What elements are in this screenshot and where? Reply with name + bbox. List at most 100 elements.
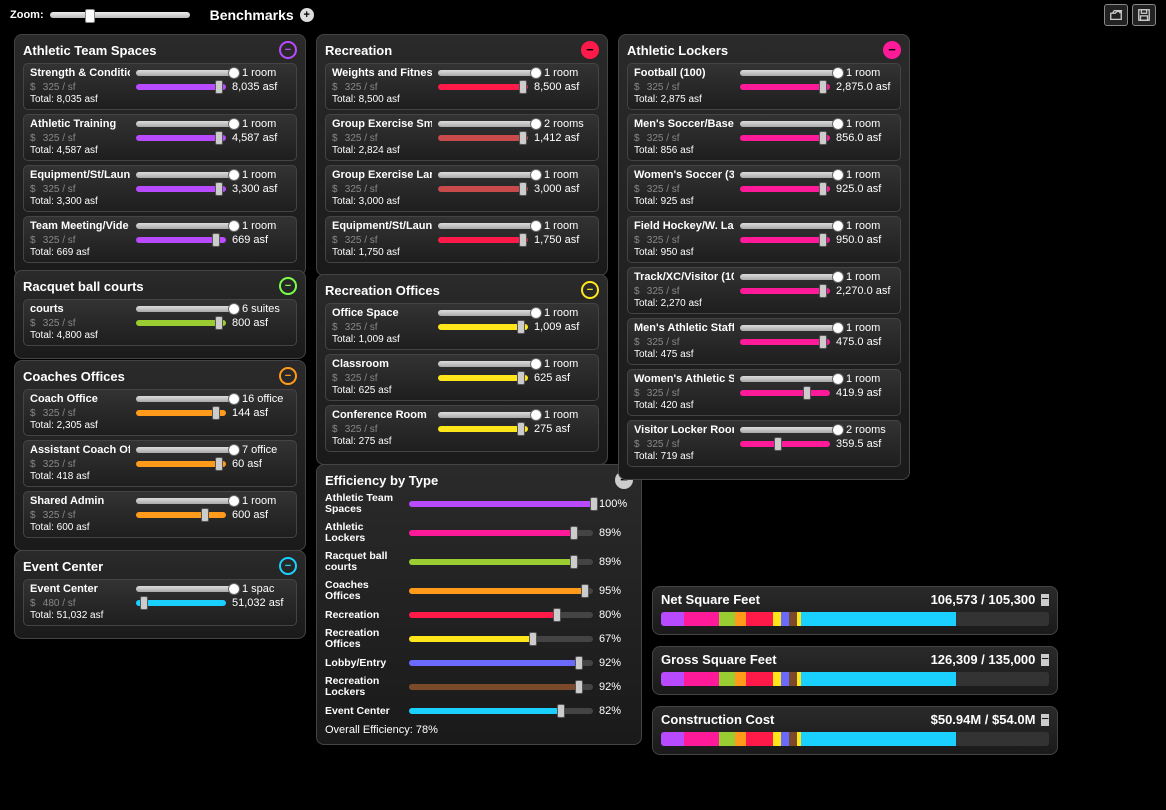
area-slider[interactable]	[740, 135, 830, 141]
rooms-slider[interactable]	[438, 223, 538, 229]
panel-athletic-team-spaces: Athletic Team Spaces Strength & Conditio…	[14, 34, 306, 276]
efficiency-pct: 80%	[599, 609, 633, 621]
area-slider[interactable]	[136, 461, 226, 467]
space-rooms: 1 room	[242, 220, 290, 232]
space-name: Field Hockey/W. Lax	[634, 220, 734, 232]
rooms-slider[interactable]	[740, 121, 840, 127]
area-slider[interactable]	[136, 135, 226, 141]
area-slider[interactable]	[136, 84, 226, 90]
rooms-slider[interactable]	[740, 325, 840, 331]
open-button[interactable]	[1104, 4, 1128, 26]
efficiency-slider[interactable]	[409, 708, 593, 714]
area-slider[interactable]	[740, 441, 830, 447]
space-cost: $ 325 / sf	[30, 184, 130, 195]
stack-segment	[781, 612, 789, 626]
collapse-icon[interactable]	[883, 41, 901, 59]
rooms-slider[interactable]	[136, 306, 236, 312]
efficiency-row: Event Center82%	[325, 705, 633, 717]
space-rooms: 1 room	[242, 118, 290, 130]
area-slider[interactable]	[740, 237, 830, 243]
efficiency-slider[interactable]	[409, 660, 593, 666]
collapse-icon[interactable]	[581, 41, 599, 59]
area-slider[interactable]	[740, 339, 830, 345]
area-slider[interactable]	[136, 512, 226, 518]
efficiency-row: Lobby/Entry92%	[325, 657, 633, 669]
efficiency-slider[interactable]	[409, 612, 593, 618]
efficiency-slider[interactable]	[409, 636, 593, 642]
rooms-slider[interactable]	[438, 361, 538, 367]
topbar: Zoom: Benchmarks +	[0, 0, 1166, 30]
space-cost: $ 325 / sf	[634, 235, 734, 246]
rooms-slider[interactable]	[136, 498, 236, 504]
stack-segment	[684, 612, 719, 626]
collapse-icon[interactable]	[1041, 594, 1049, 606]
area-slider[interactable]	[438, 375, 528, 381]
space-total: Total: 600 asf	[30, 522, 290, 533]
efficiency-slider[interactable]	[409, 501, 593, 507]
area-slider[interactable]	[438, 84, 528, 90]
space-name: Men's Athletic Staff	[634, 322, 734, 334]
area-slider[interactable]	[438, 324, 528, 330]
rooms-slider[interactable]	[136, 121, 236, 127]
collapse-icon[interactable]	[1041, 714, 1049, 726]
space-asf: 144 asf	[232, 407, 290, 419]
rooms-slider[interactable]	[740, 223, 840, 229]
rooms-slider[interactable]	[136, 223, 236, 229]
rooms-slider[interactable]	[136, 586, 236, 592]
rooms-slider[interactable]	[438, 310, 538, 316]
add-benchmark-icon[interactable]: +	[300, 8, 314, 22]
rooms-slider[interactable]	[740, 274, 840, 280]
area-slider[interactable]	[136, 186, 226, 192]
collapse-icon[interactable]	[279, 277, 297, 295]
rooms-slider[interactable]	[136, 70, 236, 76]
collapse-icon[interactable]	[279, 41, 297, 59]
efficiency-slider[interactable]	[409, 588, 593, 594]
area-slider[interactable]	[136, 410, 226, 416]
space-rooms: 1 room	[846, 169, 894, 181]
rooms-slider[interactable]	[740, 427, 840, 433]
space-item: Group Exercise Larg1 room$ 325 / sf3,000…	[325, 165, 599, 212]
space-item: Weights and Fitness1 room$ 325 / sf8,500…	[325, 63, 599, 110]
collapse-icon[interactable]	[279, 557, 297, 575]
rooms-slider[interactable]	[136, 172, 236, 178]
area-slider[interactable]	[136, 320, 226, 326]
area-slider[interactable]	[438, 426, 528, 432]
space-name: Classroom	[332, 358, 432, 370]
rooms-slider[interactable]	[740, 172, 840, 178]
space-cost: $ 325 / sf	[332, 322, 432, 333]
collapse-icon[interactable]	[279, 367, 297, 385]
area-slider[interactable]	[438, 237, 528, 243]
rooms-slider[interactable]	[740, 376, 840, 382]
rooms-slider[interactable]	[438, 121, 538, 127]
area-slider[interactable]	[740, 288, 830, 294]
space-total: Total: 3,000 asf	[332, 196, 592, 207]
metric-value: 106,573 / 105,300	[931, 592, 1036, 607]
area-slider[interactable]	[136, 237, 226, 243]
collapse-icon[interactable]	[581, 281, 599, 299]
area-slider[interactable]	[740, 84, 830, 90]
space-rooms: 1 room	[242, 67, 290, 79]
rooms-slider[interactable]	[438, 172, 538, 178]
area-slider[interactable]	[438, 186, 528, 192]
metric-title: Construction Cost	[661, 712, 774, 727]
efficiency-slider[interactable]	[409, 559, 593, 565]
rooms-slider[interactable]	[438, 70, 538, 76]
area-slider[interactable]	[740, 186, 830, 192]
rooms-slider[interactable]	[438, 412, 538, 418]
collapse-icon[interactable]	[1041, 654, 1049, 666]
area-slider[interactable]	[740, 390, 830, 396]
zoom-slider[interactable]	[50, 12, 190, 18]
area-slider[interactable]	[438, 135, 528, 141]
efficiency-name: Athletic Lockers	[325, 522, 403, 544]
efficiency-slider[interactable]	[409, 684, 593, 690]
space-total: Total: 925 asf	[634, 196, 894, 207]
space-name: Men's Soccer/Baseba	[634, 118, 734, 130]
efficiency-slider[interactable]	[409, 530, 593, 536]
space-cost: $ 325 / sf	[332, 373, 432, 384]
rooms-slider[interactable]	[136, 447, 236, 453]
rooms-slider[interactable]	[136, 396, 236, 402]
save-button[interactable]	[1132, 4, 1156, 26]
area-slider[interactable]	[136, 600, 226, 606]
rooms-slider[interactable]	[740, 70, 840, 76]
space-name: Office Space	[332, 307, 432, 319]
